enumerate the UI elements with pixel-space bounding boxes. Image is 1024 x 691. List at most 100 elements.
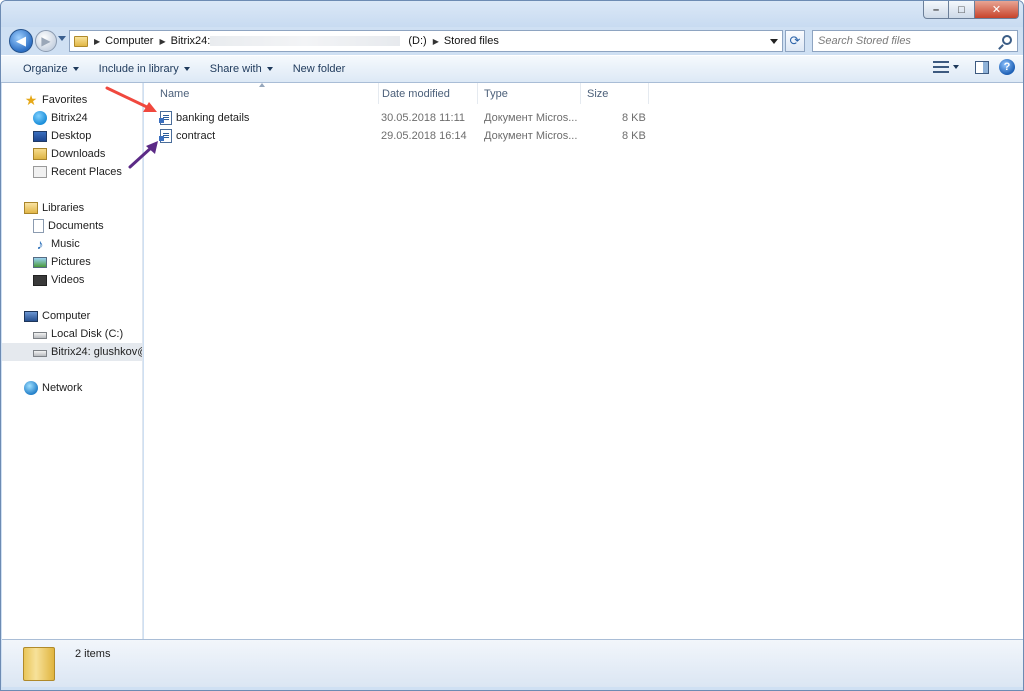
chevron-down-icon bbox=[183, 67, 190, 71]
nav-item-bitrix24-drive[interactable]: Bitrix24: glushkov@b bbox=[2, 343, 142, 361]
nav-item-downloads[interactable]: Downloads bbox=[2, 145, 142, 163]
nav-item-bitrix24[interactable]: Bitrix24 bbox=[2, 109, 142, 127]
nav-item-documents[interactable]: Documents bbox=[2, 217, 142, 235]
title-bar: – □ ✕ bbox=[1, 1, 1023, 27]
include-in-library-button[interactable]: Include in library bbox=[89, 57, 200, 81]
nav-computer-label: Computer bbox=[42, 310, 91, 322]
nav-item-label: Music bbox=[51, 238, 80, 250]
chevron-down-icon bbox=[266, 67, 273, 71]
close-button[interactable]: ✕ bbox=[975, 1, 1019, 19]
pictures-icon bbox=[33, 256, 47, 268]
hard-disk-icon bbox=[33, 332, 47, 339]
caption-buttons: – □ ✕ bbox=[923, 1, 1019, 19]
nav-network-label: Network bbox=[42, 382, 83, 394]
breadcrumb-computer[interactable]: Computer bbox=[105, 35, 153, 47]
nav-item-label: Recent Places bbox=[51, 166, 122, 178]
network-icon bbox=[24, 381, 38, 395]
file-type: Документ Micros... bbox=[484, 112, 578, 124]
chevron-down-icon[interactable] bbox=[770, 39, 778, 44]
search-input[interactable] bbox=[813, 31, 993, 51]
nav-item-label: Videos bbox=[51, 274, 85, 286]
nav-item-label: Documents bbox=[48, 220, 104, 232]
file-date: 29.05.2018 16:14 bbox=[381, 130, 467, 142]
nav-item-label: Local Disk (C:) bbox=[51, 328, 124, 340]
file-date: 30.05.2018 11:11 bbox=[381, 112, 466, 124]
nav-favorites-label: Favorites bbox=[42, 94, 88, 106]
nav-item-music[interactable]: ♪ Music bbox=[2, 235, 142, 253]
nav-item-label: Bitrix24 bbox=[51, 112, 88, 124]
refresh-button[interactable]: ⟳ bbox=[785, 30, 805, 52]
new-folder-button[interactable]: New folder bbox=[283, 57, 356, 81]
organize-button[interactable]: Organize bbox=[13, 57, 89, 81]
nav-libraries[interactable]: Libraries bbox=[2, 199, 142, 217]
column-header-name[interactable]: Name bbox=[154, 83, 379, 104]
file-row-contract[interactable]: contract 29.05.2018 16:14 Документ Micro… bbox=[158, 127, 658, 145]
bitrix24-icon bbox=[33, 111, 47, 125]
nav-item-label: Downloads bbox=[51, 148, 106, 160]
command-bar: Organize Include in library Share with N… bbox=[1, 55, 1023, 83]
folder-icon bbox=[23, 647, 55, 681]
desktop-icon bbox=[33, 130, 47, 142]
nav-network[interactable]: Network bbox=[2, 379, 142, 397]
nav-libraries-label: Libraries bbox=[42, 202, 85, 214]
explorer-window: – □ ✕ ◀ ▶ ▶ Computer ▶ Bitrix24: (D:) ▶ … bbox=[0, 0, 1024, 691]
recent-pages-dropdown[interactable] bbox=[58, 36, 66, 41]
file-name-cell[interactable]: contract bbox=[159, 127, 216, 145]
help-icon[interactable]: ? bbox=[999, 59, 1015, 75]
folder-icon bbox=[74, 35, 88, 47]
chevron-down-icon[interactable] bbox=[953, 65, 959, 69]
file-name-cell[interactable]: banking details bbox=[159, 109, 249, 127]
nav-item-label: Desktop bbox=[51, 130, 92, 142]
toolbar-right: ? bbox=[933, 59, 1015, 75]
word-document-icon bbox=[159, 111, 172, 125]
share-with-button[interactable]: Share with bbox=[200, 57, 283, 81]
chevron-right-icon[interactable]: ▶ bbox=[94, 37, 100, 46]
nav-item-label: Bitrix24: glushkov@b bbox=[51, 346, 142, 358]
forward-button[interactable]: ▶ bbox=[35, 30, 57, 52]
redacted-text bbox=[210, 36, 401, 46]
chevron-down-icon bbox=[72, 67, 79, 71]
views-icon[interactable] bbox=[933, 61, 949, 73]
navigation-pane: ★ Favorites Bitrix24 Desktop Downloads R… bbox=[2, 83, 143, 639]
organize-label: Organize bbox=[23, 63, 68, 75]
nav-item-desktop[interactable]: Desktop bbox=[2, 127, 142, 145]
column-header-date-modified[interactable]: Date modified bbox=[376, 83, 478, 104]
nav-item-pictures[interactable]: Pictures bbox=[2, 253, 142, 271]
nav-item-recent-places[interactable]: Recent Places bbox=[2, 163, 142, 181]
search-box[interactable] bbox=[812, 30, 1018, 52]
nav-item-videos[interactable]: Videos bbox=[2, 271, 142, 289]
preview-pane-icon[interactable] bbox=[975, 60, 989, 74]
chevron-right-icon[interactable]: ▶ bbox=[159, 37, 165, 46]
breadcrumb-bitrix24[interactable]: Bitrix24: bbox=[171, 35, 211, 47]
nav-computer[interactable]: Computer bbox=[2, 307, 142, 325]
music-icon: ♪ bbox=[36, 236, 44, 252]
breadcrumb-stored-files[interactable]: Stored files bbox=[444, 35, 499, 47]
nav-favorites[interactable]: ★ Favorites bbox=[2, 91, 142, 109]
column-header-size[interactable]: Size bbox=[581, 83, 649, 104]
column-header-type[interactable]: Type bbox=[478, 83, 581, 104]
chevron-right-icon[interactable]: ▶ bbox=[433, 37, 439, 46]
minimize-button[interactable]: – bbox=[923, 1, 949, 19]
search-icon[interactable] bbox=[1002, 35, 1012, 45]
nav-item-local-disk[interactable]: Local Disk (C:) bbox=[2, 325, 142, 343]
breadcrumb-drive[interactable]: (D:) bbox=[408, 35, 426, 47]
recent-places-icon bbox=[33, 166, 47, 178]
file-row-banking-details[interactable]: banking details 30.05.2018 11:11 Докумен… bbox=[158, 109, 658, 127]
back-button[interactable]: ◀ bbox=[9, 29, 33, 53]
share-with-label: Share with bbox=[209, 63, 262, 75]
address-bar[interactable]: ▶ Computer ▶ Bitrix24: (D:) ▶ Stored fil… bbox=[69, 30, 783, 52]
downloads-icon bbox=[33, 148, 47, 160]
network-drive-icon bbox=[33, 350, 47, 357]
star-icon: ★ bbox=[24, 92, 38, 108]
nav-item-label: Pictures bbox=[51, 256, 91, 268]
file-name: contract bbox=[176, 130, 216, 142]
maximize-button[interactable]: □ bbox=[949, 1, 975, 19]
videos-icon bbox=[33, 274, 47, 286]
status-bar: 2 items bbox=[2, 639, 1023, 687]
item-count: 2 items bbox=[75, 648, 111, 660]
libraries-icon bbox=[24, 202, 38, 214]
file-list: Name Date modified Type Size banking det… bbox=[144, 83, 1023, 639]
file-size: 8 KB bbox=[622, 112, 646, 124]
computer-icon bbox=[24, 310, 38, 322]
file-type: Документ Micros... bbox=[484, 130, 578, 142]
